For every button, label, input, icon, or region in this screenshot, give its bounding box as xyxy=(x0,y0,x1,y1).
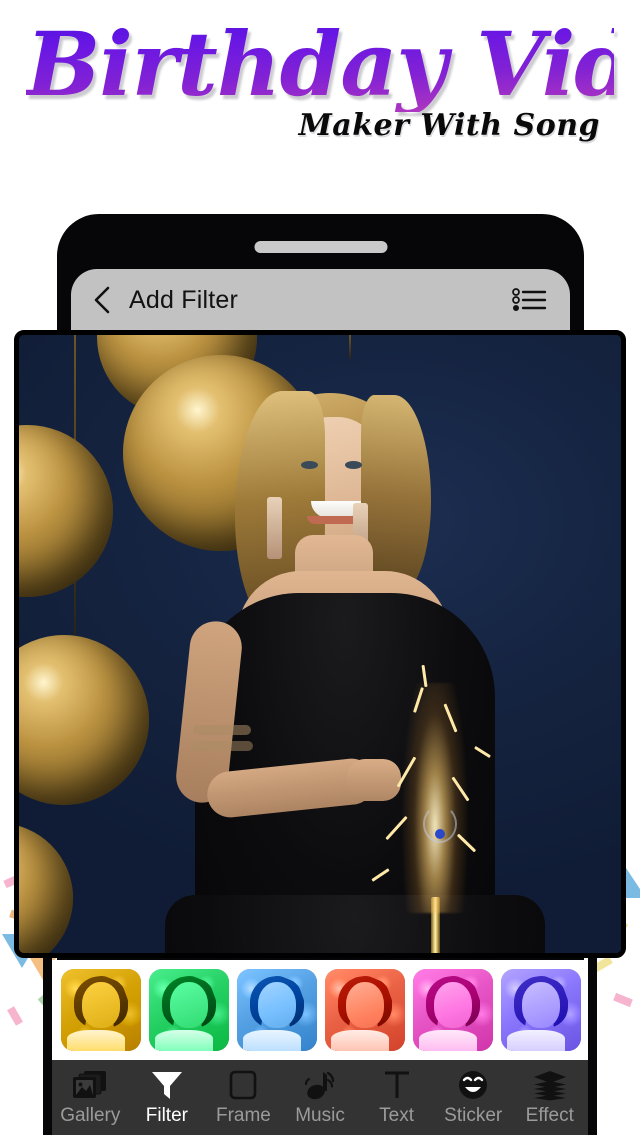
app-bar: Add Filter xyxy=(71,269,570,331)
subject-eye xyxy=(301,461,318,469)
frame-icon xyxy=(227,1066,259,1104)
tool-label: Frame xyxy=(215,1105,271,1126)
filter-thumbnail[interactable]: Crimson xyxy=(325,969,405,1051)
phone-frame-left-rail xyxy=(43,958,52,1135)
filter-thumbnail[interactable]: Orchid xyxy=(413,969,493,1051)
tool-filter[interactable]: Filter xyxy=(129,1060,206,1135)
subject-eye xyxy=(345,461,362,469)
tool-text[interactable]: Text xyxy=(358,1060,435,1135)
app-subtitle: Maker With Song xyxy=(298,108,600,143)
preview-photo xyxy=(19,335,621,953)
earring xyxy=(267,497,282,559)
phone-frame-right-rail xyxy=(588,958,597,1135)
subject-skirt xyxy=(165,895,545,953)
tool-label: Filter xyxy=(145,1105,188,1126)
sleeve-band xyxy=(191,741,253,751)
tool-music[interactable]: Music xyxy=(282,1060,359,1135)
confetti-strip xyxy=(613,992,633,1008)
tool-label: Text xyxy=(379,1105,415,1126)
filter-tint-overlay-2 xyxy=(325,969,405,1051)
tool-gallery[interactable]: Gallery xyxy=(52,1060,129,1135)
tool-frame[interactable]: Frame xyxy=(205,1060,282,1135)
text-icon xyxy=(382,1066,412,1104)
filter-tint-overlay-2 xyxy=(413,969,493,1051)
filter-tint-overlay-2 xyxy=(149,969,229,1051)
tool-sticker[interactable]: Sticker xyxy=(435,1060,512,1135)
filter-tint-overlay-2 xyxy=(501,969,581,1051)
back-button[interactable] xyxy=(85,283,119,317)
filter-thumbnail-strip[interactable]: Golden Emerald Ocean Crims xyxy=(52,960,588,1060)
bottom-toolbar[interactable]: Gallery Filter Frame Music Text Sticker … xyxy=(52,1060,588,1135)
filter-tint-overlay-2 xyxy=(237,969,317,1051)
phone-speaker xyxy=(254,241,387,253)
tool-label: Effect xyxy=(525,1105,574,1126)
app-promo-screenshot: Birthday Video Maker With Song Add Filte… xyxy=(0,0,640,1135)
filter-thumbnail[interactable]: Emerald xyxy=(149,969,229,1051)
page-title: Add Filter xyxy=(129,285,238,314)
necklace-bead xyxy=(435,829,445,839)
bulleted-list-icon[interactable] xyxy=(510,283,550,317)
tool-label: Gallery xyxy=(60,1105,121,1126)
sleeve-band xyxy=(193,725,251,735)
music-note-icon xyxy=(303,1066,337,1104)
balloon-string xyxy=(349,335,351,359)
tool-label: Sticker xyxy=(444,1105,503,1126)
filter-tint-overlay-2 xyxy=(61,969,141,1051)
tool-effect[interactable]: Effect xyxy=(511,1060,588,1135)
layers-icon xyxy=(533,1066,567,1104)
branding-header: Birthday Video Maker With Song xyxy=(0,0,640,175)
gallery-icon xyxy=(71,1066,109,1104)
tool-label: Music xyxy=(295,1105,345,1126)
filter-thumbnail[interactable]: Golden xyxy=(61,969,141,1051)
photo-preview[interactable] xyxy=(14,330,626,958)
confetti-strip xyxy=(7,1006,23,1026)
smiley-icon xyxy=(457,1066,489,1104)
funnel-icon xyxy=(150,1066,184,1104)
app-title: Birthday Video xyxy=(26,12,640,116)
filter-thumbnail[interactable]: Indigo xyxy=(501,969,581,1051)
filter-thumbnail[interactable]: Ocean xyxy=(237,969,317,1051)
